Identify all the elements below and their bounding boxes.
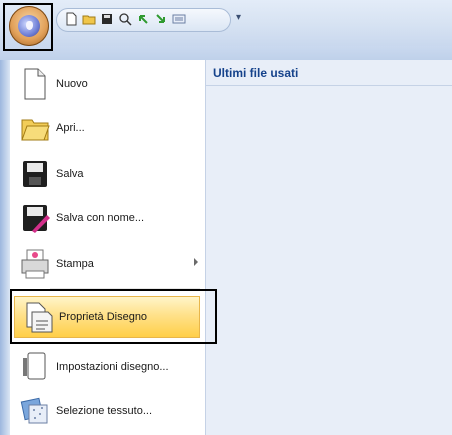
design-settings-icon [23, 352, 46, 380]
save-as-icon [23, 205, 50, 233]
fabric-selection-icon [20, 397, 48, 424]
recent-files-pane: Ultimi file usati [205, 60, 452, 435]
application-orb-icon [18, 15, 40, 37]
open-folder-icon [21, 119, 50, 141]
menu-item-label: Proprietà Disegno [59, 311, 148, 323]
menu-item-fabric-selection[interactable]: Selezione tessuto... [12, 392, 202, 430]
design-properties-icon [26, 302, 53, 333]
menu-item-save-as[interactable]: Salva con nome... [12, 199, 202, 237]
application-orb-button[interactable] [9, 6, 49, 46]
recent-files-header: Ultimi file usati [205, 60, 452, 86]
undo-icon[interactable] [136, 12, 150, 26]
redo-icon[interactable] [154, 12, 168, 26]
menu-item-label: Stampa [56, 258, 94, 270]
menu-item-label: Nuovo [56, 78, 88, 90]
save-disk-icon [23, 161, 47, 187]
submenu-arrow-icon [194, 258, 198, 266]
open-folder-icon[interactable] [82, 12, 96, 26]
customize-toolbar-button[interactable]: ▾ [236, 12, 246, 24]
ribbon-strip [0, 46, 452, 61]
menu-item-label: Selezione tessuto... [56, 405, 153, 417]
menu-item-save[interactable]: Salva [12, 155, 202, 193]
save-icon[interactable] [100, 12, 114, 26]
menu-item-label: Impostazioni disegno... [56, 361, 169, 373]
screen-icon[interactable] [172, 12, 186, 26]
menu-item-design-properties[interactable]: Proprietà Disegno [14, 296, 200, 338]
menu-item-print[interactable]: Stampa [12, 245, 202, 283]
menu-gutter [0, 60, 10, 435]
printer-icon [21, 249, 49, 279]
menu-item-new[interactable]: Nuovo [12, 65, 202, 103]
menu-item-label: Apri... [56, 122, 85, 134]
zoom-icon[interactable] [118, 12, 132, 26]
new-icon[interactable] [64, 12, 78, 26]
menu-item-design-settings[interactable]: Impostazioni disegno... [12, 348, 202, 386]
menu-item-label: Salva [56, 168, 84, 180]
new-document-icon [24, 68, 46, 100]
menu-item-label: Salva con nome... [56, 212, 145, 224]
menu-item-open[interactable]: Apri... [12, 109, 202, 147]
